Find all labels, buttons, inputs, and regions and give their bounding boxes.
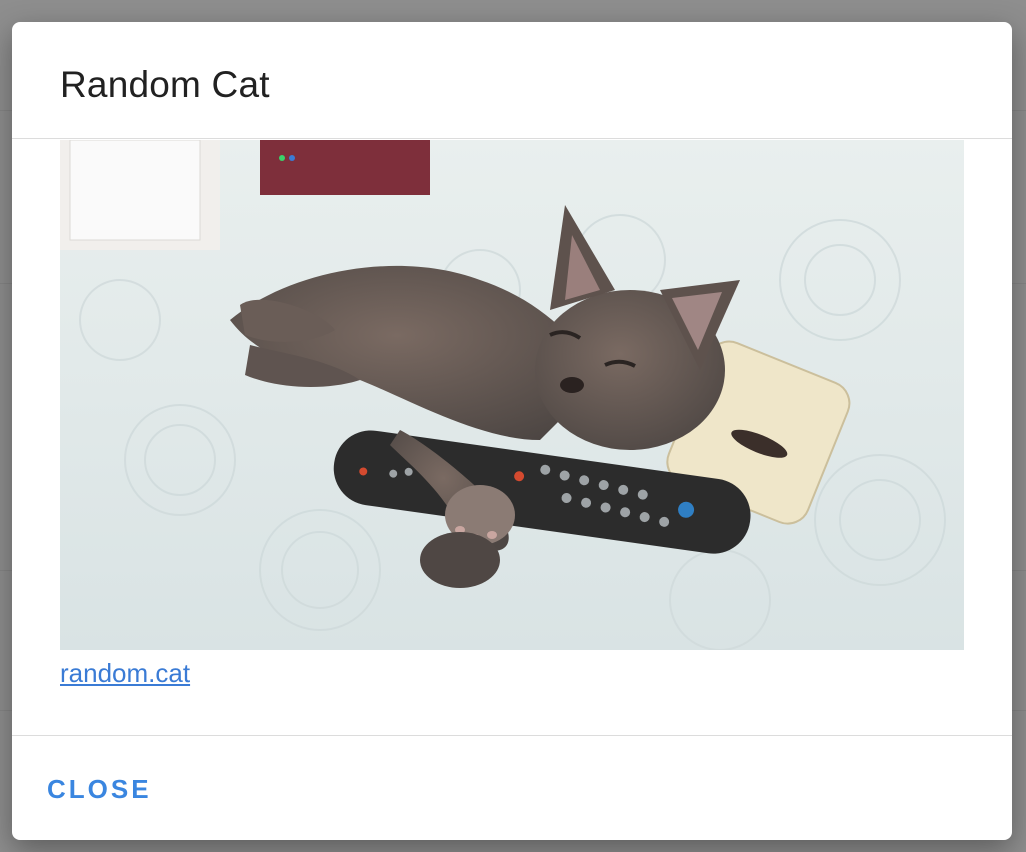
random-cat-dialog: Random Cat random.cat CLOSE	[12, 22, 1012, 840]
dialog-header: Random Cat	[12, 22, 1012, 139]
cat-photo-illustration	[60, 140, 964, 650]
dialog-body: random.cat	[12, 139, 1012, 735]
dialog-footer: CLOSE	[12, 735, 1012, 840]
dialog-title: Random Cat	[60, 64, 270, 105]
source-link[interactable]: random.cat	[60, 658, 190, 689]
cat-photo	[60, 140, 964, 650]
close-button[interactable]: CLOSE	[47, 774, 152, 805]
